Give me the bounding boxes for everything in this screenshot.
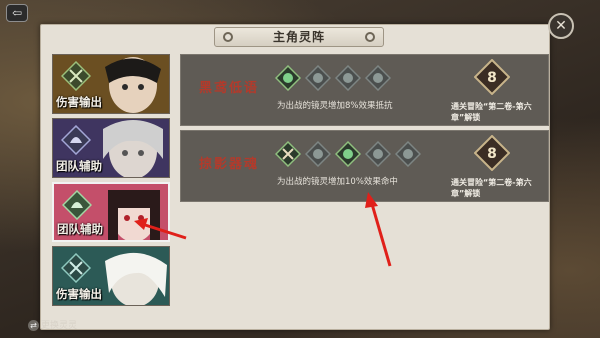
panel-title: 主角灵阵 <box>214 27 384 47</box>
close-button[interactable]: ✕ <box>548 13 574 39</box>
gray-gem-icon[interactable] <box>305 141 331 167</box>
green-gem-icon[interactable] <box>275 65 301 91</box>
role-label: 伤害输出 <box>56 95 102 109</box>
title-ornament-left-icon <box>223 32 233 42</box>
title-ornament-right-icon <box>365 32 375 42</box>
back-arrow-icon: ⇦ <box>11 6 23 20</box>
unlock-condition: 通关冒险“第二卷-第六章”解锁 <box>451 178 532 198</box>
character-card[interactable]: 团队辅助 <box>52 182 170 242</box>
change-mirror-spirit-button[interactable]: ⇄ 更换灵灵 <box>28 318 77 331</box>
unlock-level-badge: 8 <box>474 135 510 171</box>
svg-text:8: 8 <box>487 146 497 162</box>
formation-row[interactable]: 黑鸢低语 为出战的镜灵增加8%效果抵抗 8 通关冒险“第二卷-第六章”解锁 <box>180 54 549 126</box>
green-gem-icon[interactable] <box>335 141 361 167</box>
crossed-swords-icon <box>61 61 91 91</box>
unlock-level-badge: 8 <box>474 59 510 95</box>
helmet-icon <box>62 190 92 220</box>
role-label: 团队辅助 <box>57 222 103 236</box>
formation-name: 掠影器魂 <box>199 157 260 172</box>
gray-gem-icon[interactable] <box>365 65 391 91</box>
gray-gem-icon[interactable] <box>395 141 421 167</box>
close-icon: ✕ <box>555 18 567 34</box>
role-label: 伤害输出 <box>56 287 102 301</box>
character-card[interactable]: 伤害输出 <box>52 54 170 114</box>
gray-gem-icon[interactable] <box>305 65 331 91</box>
character-card[interactable]: 伤害输出 <box>52 246 170 306</box>
formation-effect: 为出战的镜灵增加10%效果命中 <box>277 177 398 187</box>
helmet-icon <box>61 125 91 155</box>
gray-gem-icon[interactable] <box>365 141 391 167</box>
formation-effect: 为出战的镜灵增加8%效果抵抗 <box>277 101 393 111</box>
character-list: 伤害输出 团队辅助 团队辅助 伤害输出 <box>52 54 170 310</box>
unlock-condition: 通关冒险“第二卷-第六章”解锁 <box>451 102 532 122</box>
svg-text:8: 8 <box>487 70 497 86</box>
swap-icon: ⇄ <box>28 320 39 331</box>
gray-gem-icon[interactable] <box>335 65 361 91</box>
crossed-swords-icon[interactable] <box>275 141 301 167</box>
back-button[interactable]: ⇦ <box>6 4 28 22</box>
crossed-swords-icon <box>61 253 91 283</box>
formation-row[interactable]: 掠影器魂 为出战的镜灵增加10%效果命中 8 通关冒险“第二卷-第六章”解锁 <box>180 130 549 202</box>
role-label: 团队辅助 <box>56 159 102 173</box>
formation-name: 黑鸢低语 <box>199 81 260 96</box>
character-card[interactable]: 团队辅助 <box>52 118 170 178</box>
